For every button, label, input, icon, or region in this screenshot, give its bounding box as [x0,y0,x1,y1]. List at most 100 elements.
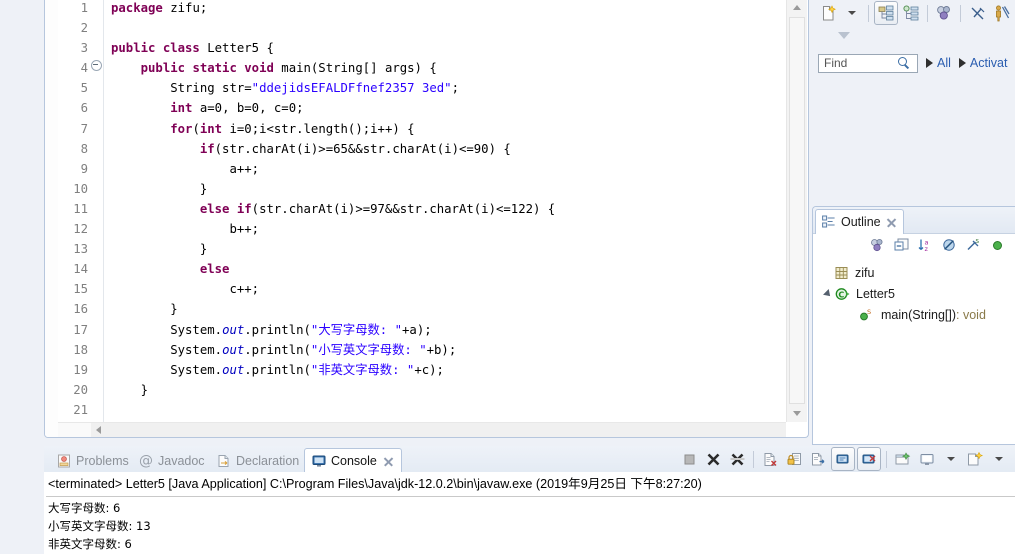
tab-outline[interactable]: Outline [815,209,904,234]
package-explorer-icon[interactable] [874,1,898,25]
search-scope-activate[interactable]: Activat [970,56,1008,70]
console-dropdown-caret-icon[interactable] [940,448,962,470]
hide-fields-icon[interactable] [938,234,960,256]
clear-console-icon[interactable] [759,448,781,470]
hide-static-icon[interactable]: S [962,234,984,256]
tab-declaration[interactable]: Declaration [210,449,306,472]
code-line[interactable]: 8 if(str.charAt(i)>=65&&str.charAt(i)<=9… [58,138,786,159]
line-number: 3 [80,41,88,56]
sort-alphabetically-icon[interactable]: a z [914,234,936,256]
code-line[interactable]: 7 for(int i=0;i<str.length();i++) { [58,118,786,139]
code-line[interactable]: 1 package zifu; [58,0,786,19]
fold-column [89,239,103,259]
class-icon: C [835,287,850,301]
code-line[interactable]: 3 public class Letter5 { [58,38,786,59]
console-output-area[interactable]: <terminated> Letter5 [Java Application] … [44,472,1015,554]
svg-text:S: S [867,308,871,316]
run-all-arrow-icon[interactable] [926,58,933,68]
outline-label: main(String[]) [881,307,957,322]
code-text: package zifu; [111,1,208,15]
vertical-scroll-thumb[interactable] [789,17,805,404]
pin-slash-icon[interactable] [966,2,988,24]
display-selected-console-icon[interactable] [831,447,855,471]
tab-problems[interactable]: Problems [50,449,136,472]
outline-item-class[interactable]: C Letter5 [823,283,1015,304]
problems-icon [57,454,71,468]
fold-column [89,400,103,420]
code-line[interactable]: 12 b++; [58,219,786,240]
close-icon[interactable] [383,456,394,467]
scroll-up-arrow[interactable] [787,0,807,16]
remove-launch-icon[interactable] [702,448,724,470]
code-line[interactable]: 5 String str="ddejidsEFALDFfnef2357 3ed"… [58,78,786,99]
line-number: 11 [73,201,88,216]
fold-column [89,139,103,159]
collapse-all-icon[interactable] [890,234,912,256]
toolbar-overflow-caret-icon[interactable] [833,24,855,46]
fold-column [89,98,103,118]
close-icon[interactable] [886,217,897,228]
code-line[interactable]: 19 System.out.println("非英文字母数: "+c); [58,359,786,380]
scroll-lock-icon[interactable] [783,448,805,470]
console-output-line: 大写字母数: 6 [48,501,121,515]
line-number: 2 [80,21,88,36]
svg-text:C: C [838,290,844,299]
code-line[interactable]: 16 } [58,299,786,320]
remove-all-launches-icon[interactable] [726,448,748,470]
code-viewport[interactable]: 1 package zifu; 2 3 public class Letter5 {4 … [58,0,786,423]
outline-item-package[interactable]: zifu [823,262,1015,283]
search-icon [898,57,910,69]
h-scroll-track-left [58,423,91,437]
code-line[interactable]: 21 [58,399,786,420]
scroll-down-arrow[interactable] [787,405,807,422]
code-line[interactable]: 18 System.out.println("小写英文字母数: "+b); [58,339,786,360]
new-dropdown-caret-icon[interactable] [841,2,863,24]
show-console-on-output-icon[interactable] [857,447,881,471]
run-debug-person-icon[interactable] [990,2,1012,24]
hierarchy-view-icon[interactable] [900,2,922,24]
code-line[interactable]: 20 } [58,379,786,400]
hide-non-public-icon[interactable] [986,234,1008,256]
run-activate-arrow-icon[interactable] [958,58,966,68]
line-number: 9 [80,161,88,176]
display-selected-console-dropdown-icon[interactable] [916,448,938,470]
code-line[interactable]: 10 } [58,178,786,199]
code-line[interactable]: 14 else [58,259,786,280]
fold-column [89,159,103,179]
new-java-file-icon[interactable] [817,2,839,24]
editor-horizontal-scrollbar[interactable] [58,422,786,437]
find-box[interactable] [818,53,918,73]
code-line[interactable]: 6 int a=0, b=0, c=0; [58,98,786,119]
editor-vertical-scrollbar[interactable] [786,0,807,422]
code-line[interactable]: 4 public static void main(String[] args)… [58,58,786,79]
line-number: 17 [73,322,88,337]
new-console-view-icon[interactable] [964,448,986,470]
console-stdout: 大写字母数: 6 小写英文字母数: 13 非英文字母数: 6 [46,499,1015,553]
eclipse-workbench: 1 package zifu; 2 3 public class Letter5 {4 … [0,0,1015,554]
fold-collapse-icon[interactable] [89,58,103,78]
code-text: b++; [111,222,260,237]
tab-javadoc[interactable]: @ Javadoc [132,449,212,472]
search-scope-all[interactable]: All [937,56,951,70]
code-line[interactable]: 17 System.out.println("大写字母数: "+a); [58,319,786,340]
debug-perspective-icon[interactable] [933,2,955,24]
pin-console-icon[interactable] [807,448,829,470]
outline-item-method[interactable]: S main(String[]) : void [823,304,1015,325]
code-line[interactable]: 11 else if(str.charAt(i)>=97&&str.charAt… [58,198,786,220]
code-line[interactable]: 15 c++; [58,279,786,300]
scroll-left-arrow[interactable] [91,423,105,437]
expand-triangle-icon[interactable] [823,288,833,299]
terminate-icon[interactable] [678,448,700,470]
code-line[interactable]: 9 a++; [58,158,786,179]
code-text [104,400,786,420]
new-console-dropdown-caret-icon[interactable] [988,448,1010,470]
focus-on-active-task-icon[interactable] [866,234,888,256]
tab-console[interactable]: Console [304,448,402,473]
tab-label: Console [331,454,377,468]
editor-annotation-ruler[interactable] [45,0,59,437]
code-lines-table: 1 package zifu; 2 3 public class Letter5 {4 … [58,0,786,423]
search-input[interactable] [822,54,898,72]
code-line[interactable]: 13 } [58,239,786,260]
code-line[interactable]: 2 [58,18,786,39]
open-console-icon[interactable] [892,448,914,470]
